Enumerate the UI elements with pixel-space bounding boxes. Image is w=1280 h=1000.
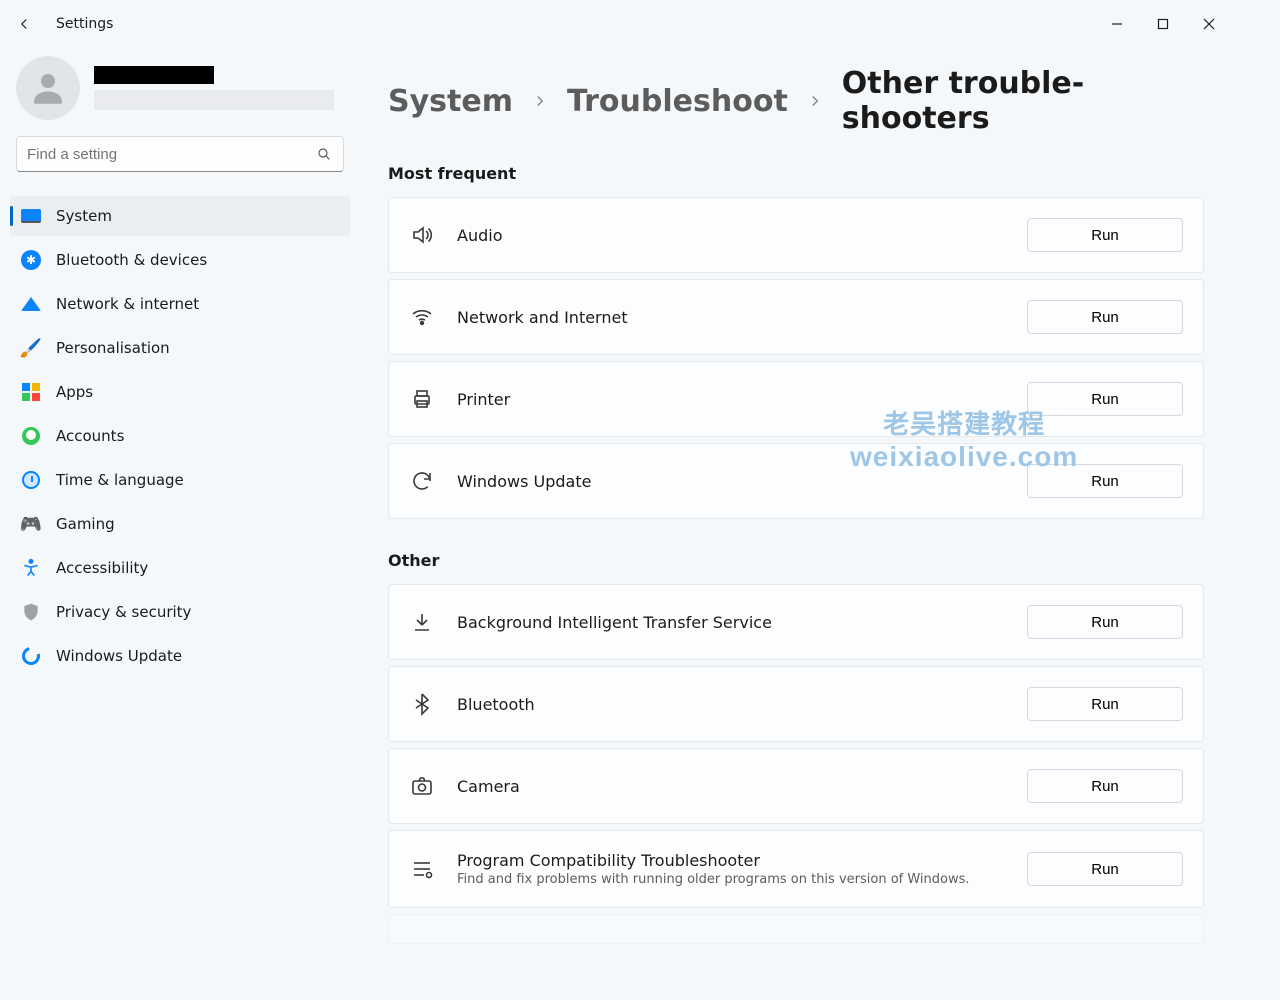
run-button-network[interactable]: Run bbox=[1027, 300, 1183, 334]
sidebar-item-system[interactable]: System bbox=[10, 196, 350, 236]
sync-icon bbox=[409, 468, 435, 494]
main-content: 老吴搭建教程 weixiaolive.com System Troublesho… bbox=[360, 48, 1232, 962]
sidebar-item-personalisation[interactable]: 🖌️ Personalisation bbox=[10, 328, 350, 368]
card-title: Windows Update bbox=[457, 472, 1005, 491]
card-title: Audio bbox=[457, 226, 1005, 245]
sidebar-item-label: Time & language bbox=[56, 471, 340, 489]
minimize-icon bbox=[1111, 18, 1123, 30]
bluetooth-icon: ✱ bbox=[20, 249, 42, 271]
sidebar-item-gaming[interactable]: 🎮 Gaming bbox=[10, 504, 350, 544]
download-icon bbox=[409, 609, 435, 635]
titlebar: Settings bbox=[0, 0, 1232, 48]
troubleshooter-audio[interactable]: Audio Run bbox=[388, 197, 1204, 273]
chevron-right-icon bbox=[806, 92, 824, 110]
run-button-bluetooth[interactable]: Run bbox=[1027, 687, 1183, 721]
paintbrush-icon: 🖌️ bbox=[20, 337, 42, 359]
update-icon bbox=[20, 645, 42, 667]
card-title: Network and Internet bbox=[457, 308, 1005, 327]
troubleshooter-windows-update[interactable]: Windows Update Run bbox=[388, 443, 1204, 519]
window-title: Settings bbox=[56, 16, 113, 32]
sidebar-item-bluetooth-devices[interactable]: ✱ Bluetooth & devices bbox=[10, 240, 350, 280]
sidebar-item-label: Apps bbox=[56, 383, 340, 401]
clock-globe-icon bbox=[20, 469, 42, 491]
sidebar-item-windows-update[interactable]: Windows Update bbox=[10, 636, 350, 676]
card-title: Bluetooth bbox=[457, 695, 1005, 714]
sidebar-item-privacy-security[interactable]: Privacy & security bbox=[10, 592, 350, 632]
sidebar-item-label: System bbox=[56, 207, 340, 225]
troubleshooter-network-internet[interactable]: Network and Internet Run bbox=[388, 279, 1204, 355]
close-button[interactable] bbox=[1186, 8, 1232, 40]
printer-icon bbox=[409, 386, 435, 412]
section-title-other: Other bbox=[388, 551, 1204, 570]
sidebar-item-label: Personalisation bbox=[56, 339, 340, 357]
troubleshooter-printer[interactable]: Printer Run bbox=[388, 361, 1204, 437]
camera-icon bbox=[409, 773, 435, 799]
breadcrumb-system[interactable]: System bbox=[388, 84, 513, 119]
profile-block[interactable] bbox=[0, 48, 360, 136]
sidebar-item-label: Network & internet bbox=[56, 295, 340, 313]
back-button[interactable] bbox=[0, 0, 48, 48]
sidebar-item-label: Windows Update bbox=[56, 647, 340, 665]
sidebar-item-apps[interactable]: Apps bbox=[10, 372, 350, 412]
troubleshooter-camera[interactable]: Camera Run bbox=[388, 748, 1204, 824]
sidebar-item-accounts[interactable]: Accounts bbox=[10, 416, 350, 456]
search-input-wrap[interactable] bbox=[16, 136, 344, 172]
breadcrumb-troubleshoot[interactable]: Troubleshoot bbox=[567, 84, 788, 119]
troubleshooter-bits[interactable]: Background Intelligent Transfer Service … bbox=[388, 584, 1204, 660]
wifi-icon bbox=[20, 293, 42, 315]
profile-name-redacted bbox=[94, 66, 214, 84]
chevron-right-icon bbox=[531, 92, 549, 110]
troubleshooter-next-partial[interactable] bbox=[388, 914, 1204, 944]
run-button-program-compat[interactable]: Run bbox=[1027, 852, 1183, 886]
accessibility-icon bbox=[20, 557, 42, 579]
card-subtitle: Find and fix problems with running older… bbox=[457, 872, 1005, 887]
person-icon bbox=[27, 67, 69, 109]
list-settings-icon bbox=[409, 856, 435, 882]
search-icon bbox=[315, 145, 333, 163]
wifi-icon bbox=[409, 304, 435, 330]
nav-list: System ✱ Bluetooth & devices Network & i… bbox=[0, 188, 360, 684]
avatar bbox=[16, 56, 80, 120]
minimize-button[interactable] bbox=[1094, 8, 1140, 40]
run-button-windows-update[interactable]: Run bbox=[1027, 464, 1183, 498]
sidebar-item-label: Gaming bbox=[56, 515, 340, 533]
system-icon bbox=[20, 205, 42, 227]
troubleshooter-program-compat[interactable]: Program Compatibility Troubleshooter Fin… bbox=[388, 830, 1204, 908]
speaker-icon bbox=[409, 222, 435, 248]
sidebar-item-label: Accessibility bbox=[56, 559, 340, 577]
maximize-icon bbox=[1157, 18, 1169, 30]
gamepad-icon: 🎮 bbox=[20, 513, 42, 535]
apps-icon bbox=[20, 381, 42, 403]
card-title: Program Compatibility Troubleshooter bbox=[457, 851, 1005, 870]
sidebar-item-label: Accounts bbox=[56, 427, 340, 445]
shield-icon bbox=[20, 601, 42, 623]
close-icon bbox=[1203, 18, 1215, 30]
breadcrumb: System Troubleshoot Other trouble-shoote… bbox=[388, 66, 1204, 136]
sidebar-item-time-language[interactable]: Time & language bbox=[10, 460, 350, 500]
search-input[interactable] bbox=[27, 146, 315, 163]
sidebar-item-accessibility[interactable]: Accessibility bbox=[10, 548, 350, 588]
page-title: Other trouble-shooters bbox=[842, 66, 1204, 136]
accounts-icon bbox=[20, 425, 42, 447]
sidebar-item-network-internet[interactable]: Network & internet bbox=[10, 284, 350, 324]
sidebar-item-label: Bluetooth & devices bbox=[56, 251, 340, 269]
card-title: Printer bbox=[457, 390, 1005, 409]
sidebar-item-label: Privacy & security bbox=[56, 603, 340, 621]
troubleshooter-bluetooth[interactable]: Bluetooth Run bbox=[388, 666, 1204, 742]
sidebar: System ✱ Bluetooth & devices Network & i… bbox=[0, 48, 360, 962]
run-button-bits[interactable]: Run bbox=[1027, 605, 1183, 639]
profile-email-redacted bbox=[94, 90, 334, 110]
run-button-camera[interactable]: Run bbox=[1027, 769, 1183, 803]
run-button-printer[interactable]: Run bbox=[1027, 382, 1183, 416]
bluetooth-icon bbox=[409, 691, 435, 717]
arrow-left-icon bbox=[15, 15, 33, 33]
run-button-audio[interactable]: Run bbox=[1027, 218, 1183, 252]
card-title: Background Intelligent Transfer Service bbox=[457, 613, 1005, 632]
maximize-button[interactable] bbox=[1140, 8, 1186, 40]
section-title-most-frequent: Most frequent bbox=[388, 164, 1204, 183]
card-title: Camera bbox=[457, 777, 1005, 796]
